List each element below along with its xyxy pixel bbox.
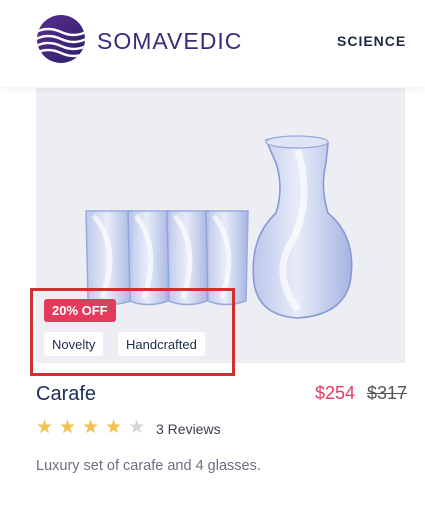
star-empty-icon: ★ — [128, 417, 146, 438]
tag-handcrafted[interactable]: Handcrafted — [118, 332, 205, 356]
brand-name[interactable]: SOMAVEDIC — [97, 28, 242, 55]
site-header: SOMAVEDIC SCIENCE — [0, 0, 425, 87]
rating-stars: ★ ★ ★ ★ ★ — [36, 418, 145, 438]
discount-badge: 20% OFF — [44, 299, 116, 322]
product-description: Luxury set of carafe and 4 glasses. — [36, 458, 261, 474]
star-icon: ★ — [36, 417, 54, 438]
somavedic-logo-icon[interactable] — [36, 14, 86, 64]
star-icon: ★ — [105, 417, 123, 438]
original-price: $317 — [367, 383, 408, 403]
carafe — [252, 135, 353, 319]
star-icon: ★ — [82, 417, 100, 438]
sale-price: $254 — [315, 383, 356, 403]
tag-novelty[interactable]: Novelty — [44, 332, 104, 356]
nav-link-science[interactable]: SCIENCE — [337, 33, 406, 49]
reviews-link[interactable]: 3 Reviews — [156, 421, 221, 437]
product-title[interactable]: Carafe — [36, 383, 96, 406]
star-icon: ★ — [59, 417, 77, 438]
